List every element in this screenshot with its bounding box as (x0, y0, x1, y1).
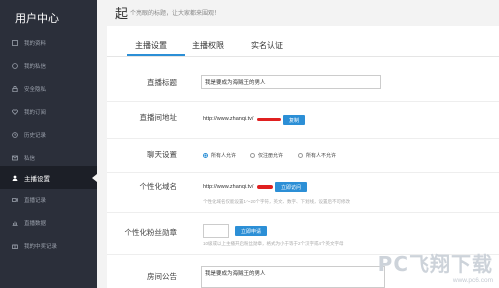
tab-bar: 主播设置 主播权限 实名认证 (107, 26, 499, 57)
lock-icon (12, 85, 18, 92)
row-divider (107, 212, 499, 213)
sidebar-item-streamer-settings[interactable]: 主播设置 (0, 166, 97, 189)
sidebar-item-label: 我的订阅 (24, 109, 47, 116)
message-icon (12, 62, 18, 69)
fan-badge-input[interactable] (203, 224, 229, 238)
sidebar-item-subscriptions[interactable]: 我的订阅 (0, 100, 97, 123)
live-address-label: 直播间地址 (139, 113, 178, 122)
fan-badge-hint: 10级或以上主播开启粉丝勋章，格式为小于等于2个汉字或4个英文字母 (203, 241, 344, 246)
redaction-mark (257, 185, 273, 189)
tab-streamer-settings[interactable]: 主播设置 (135, 40, 167, 51)
user-icon (12, 175, 18, 181)
sidebar-item-live-data[interactable]: 直播数据 (0, 211, 97, 234)
sidebar-item-label: 我的中奖记录 (24, 243, 58, 250)
tab-streamer-permissions[interactable]: 主播权限 (192, 40, 224, 51)
redaction-mark (257, 118, 281, 121)
sidebar-item-security[interactable]: 安全隐私 (0, 77, 97, 100)
sidebar-item-label: 直播记录 (24, 197, 47, 204)
title-banner-big-char: 起 (115, 7, 129, 22)
row-divider (107, 138, 499, 139)
chart-icon (12, 220, 18, 226)
watermark: PC飞翔下载 www.pc6.com (378, 248, 493, 284)
sidebar-item-live-records[interactable]: 直播记录 (0, 188, 97, 211)
sidebar-item-label: 安全隐私 (24, 86, 47, 93)
sidebar-item-label: 我的私信 (24, 63, 47, 70)
watermark-url: www.pc6.com (452, 277, 493, 284)
radio-dot (203, 153, 208, 158)
sidebar-item-messages[interactable]: 我的私信 (0, 54, 97, 77)
radio-dot (298, 153, 303, 158)
live-address-url: http://www.zhanqi.tv/ (203, 116, 254, 122)
visit-now-button[interactable]: 立即访问 (275, 182, 307, 192)
clock-icon (12, 131, 18, 138)
sidebar-item-label: 私信 (24, 155, 36, 162)
sidebar-item-label: 直播数据 (24, 220, 47, 227)
sidebar-item-label: 历史记录 (24, 132, 47, 139)
room-notice-label: 房间公告 (147, 272, 177, 281)
custom-domain-hint: 个性化域名仅能设置1～20个字符，英文、数字、下划线，设置后不可修改 (203, 199, 351, 204)
sidebar-item-history[interactable]: 历史记录 (0, 123, 97, 146)
sidebar-item-prize-records[interactable]: 我的中奖记录 (0, 234, 97, 257)
gift-icon (12, 243, 18, 249)
envelope-icon (12, 155, 18, 161)
copy-button[interactable]: 复制 (283, 115, 305, 125)
room-notice-textarea[interactable]: 我是要成为海贼王的男人 (201, 266, 385, 288)
title-banner-subtitle: 个亮眼的标题，让大家都来围观！ (130, 11, 221, 17)
chat-settings-label: 聊天设置 (147, 150, 177, 159)
heart-icon (12, 109, 18, 115)
row-divider (107, 101, 499, 102)
radio-dot (250, 153, 255, 158)
chat-option-all-allowed[interactable]: 所有人允许 (203, 152, 236, 159)
sidebar: 用户中心 我的资料 我的私信 安全隐私 我的订阅 历史记录 私信 主播设置 直播… (0, 0, 97, 288)
live-title-input[interactable]: 我是要成为海贼王的男人 (201, 75, 381, 89)
sidebar-item-profile[interactable]: 我的资料 (0, 31, 97, 54)
row-divider (107, 172, 499, 173)
id-card-icon (12, 39, 18, 46)
custom-domain-url: http://www.zhanqi.tv/ (203, 184, 254, 190)
live-title-label: 直播标题 (147, 78, 177, 87)
fan-badge-label: 个性化粉丝勋章 (124, 228, 178, 237)
tab-real-name-verification[interactable]: 实名认证 (251, 40, 283, 51)
title-banner: 起 个亮眼的标题，让大家都来围观！ (97, 0, 499, 26)
chat-option-none-allowed[interactable]: 所有人不允许 (298, 152, 336, 159)
watermark-brand: PC飞翔下载 (377, 252, 493, 276)
sidebar-title: 用户中心 (15, 13, 59, 25)
apply-now-button[interactable]: 立即申请 (235, 226, 267, 236)
sidebar-item-label: 我的资料 (24, 40, 47, 47)
camera-icon (12, 197, 18, 203)
custom-domain-label: 个性化域名 (139, 182, 178, 191)
active-tab-underline (127, 54, 185, 56)
main-area: 起 个亮眼的标题，让大家都来围观！ 主播设置 主播权限 实名认证 直播标题 我是… (97, 0, 499, 288)
chat-option-registered-only[interactable]: 仅注册允许 (250, 152, 283, 159)
sidebar-item-label: 主播设置 (24, 175, 50, 183)
